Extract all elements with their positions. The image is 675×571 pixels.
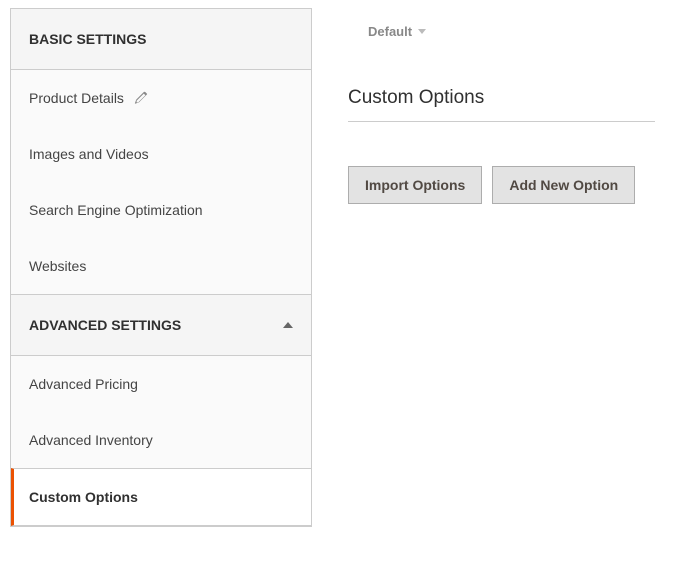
nav-item-label: Custom Options bbox=[29, 489, 138, 505]
basic-settings-title: BASIC SETTINGS bbox=[29, 31, 146, 47]
import-options-button[interactable]: Import Options bbox=[348, 166, 482, 204]
advanced-settings-title: ADVANCED SETTINGS bbox=[29, 317, 181, 333]
nav-custom-options[interactable]: Custom Options bbox=[11, 468, 311, 526]
chevron-up-icon bbox=[283, 322, 293, 328]
nav-item-label: Images and Videos bbox=[29, 146, 149, 162]
nav-product-details[interactable]: Product Details bbox=[11, 70, 311, 126]
basic-settings-panel: BASIC SETTINGS Product Details Images an… bbox=[10, 8, 312, 295]
nav-item-label: Product Details bbox=[29, 90, 124, 106]
main-content: Default Custom Options Import Options Ad… bbox=[312, 0, 675, 571]
nav-item-label: Websites bbox=[29, 258, 86, 274]
nav-item-label: Advanced Inventory bbox=[29, 432, 153, 448]
nav-item-label: Search Engine Optimization bbox=[29, 202, 203, 218]
advanced-settings-items: Advanced Pricing Advanced Inventory Cust… bbox=[11, 355, 311, 526]
nav-advanced-pricing[interactable]: Advanced Pricing bbox=[11, 356, 311, 412]
nav-seo[interactable]: Search Engine Optimization bbox=[11, 182, 311, 238]
basic-settings-header[interactable]: BASIC SETTINGS bbox=[11, 9, 311, 69]
scope-switcher[interactable]: Default bbox=[368, 24, 655, 39]
advanced-settings-header[interactable]: ADVANCED SETTINGS bbox=[11, 295, 311, 355]
nav-images-videos[interactable]: Images and Videos bbox=[11, 126, 311, 182]
scope-label: Default bbox=[368, 24, 412, 39]
add-new-option-button[interactable]: Add New Option bbox=[492, 166, 635, 204]
nav-item-label: Advanced Pricing bbox=[29, 376, 138, 392]
pencil-icon bbox=[134, 91, 148, 105]
settings-sidebar: BASIC SETTINGS Product Details Images an… bbox=[0, 0, 312, 571]
basic-settings-items: Product Details Images and Videos Search… bbox=[11, 69, 311, 294]
nav-websites[interactable]: Websites bbox=[11, 238, 311, 294]
page-title: Custom Options bbox=[348, 87, 655, 122]
advanced-settings-panel: ADVANCED SETTINGS Advanced Pricing Advan… bbox=[10, 295, 312, 527]
caret-down-icon bbox=[418, 29, 426, 34]
action-buttons: Import Options Add New Option bbox=[348, 166, 655, 204]
nav-advanced-inventory[interactable]: Advanced Inventory bbox=[11, 412, 311, 468]
